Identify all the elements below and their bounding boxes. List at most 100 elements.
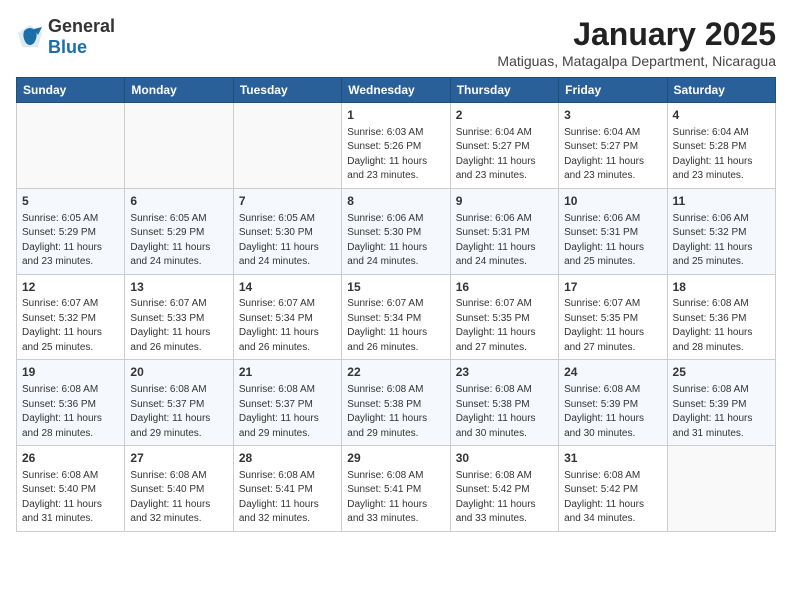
day-number: 19 bbox=[22, 364, 119, 381]
day-info: Sunrise: 6:07 AMSunset: 5:33 PMDaylight:… bbox=[130, 297, 227, 355]
empty-cell bbox=[233, 103, 341, 189]
day-cell-7: 7 Sunrise: 6:05 AMSunset: 5:30 PMDaylight… bbox=[233, 188, 341, 274]
day-number: 18 bbox=[673, 279, 770, 296]
day-info: Sunrise: 6:06 AMSunset: 5:30 PMDaylight:… bbox=[347, 212, 444, 270]
weekday-header-wednesday: Wednesday bbox=[342, 78, 450, 103]
day-cell-30: 30 Sunrise: 6:08 AMSunset: 5:42 PMDayligh… bbox=[450, 446, 558, 532]
day-number: 6 bbox=[130, 193, 227, 210]
weekday-header-thursday: Thursday bbox=[450, 78, 558, 103]
empty-cell bbox=[17, 103, 125, 189]
day-cell-13: 13Sunrise: 6:07 AMSunset: 5:33 PMDayligh… bbox=[125, 274, 233, 360]
day-info: Sunrise: 6:08 AMSunset: 5:38 PMDaylight:… bbox=[456, 383, 553, 441]
weekday-header-tuesday: Tuesday bbox=[233, 78, 341, 103]
logo-text: General Blue bbox=[48, 16, 115, 58]
month-title: January 2025 bbox=[497, 16, 776, 53]
day-number: 24 bbox=[564, 364, 661, 381]
title-block: January 2025 Matiguas, Matagalpa Departm… bbox=[497, 16, 776, 69]
logo: General Blue bbox=[16, 16, 115, 58]
day-number: 3 bbox=[564, 107, 661, 124]
day-number: 20 bbox=[130, 364, 227, 381]
day-cell-11: 11 Sunrise: 6:06 AMSunset: 5:32 PMDayligh… bbox=[667, 188, 775, 274]
weekday-header-friday: Friday bbox=[559, 78, 667, 103]
day-cell-2: 2 Sunrise: 6:04 AMSunset: 5:27 PMDaylight… bbox=[450, 103, 558, 189]
day-number: 23 bbox=[456, 364, 553, 381]
day-number: 29 bbox=[347, 450, 444, 467]
day-cell-24: 24 Sunrise: 6:08 AMSunset: 5:39 PMDayligh… bbox=[559, 360, 667, 446]
day-cell-5: 5Sunrise: 6:05 AMSunset: 5:29 PMDaylight… bbox=[17, 188, 125, 274]
day-number: 12 bbox=[22, 279, 119, 296]
day-info: Sunrise: 6:06 AMSunset: 5:32 PMDaylight:… bbox=[673, 212, 770, 270]
day-cell-6: 6 Sunrise: 6:05 AMSunset: 5:29 PMDaylight… bbox=[125, 188, 233, 274]
day-info: Sunrise: 6:08 AMSunset: 5:37 PMDaylight:… bbox=[130, 383, 227, 441]
day-info: Sunrise: 6:06 AMSunset: 5:31 PMDaylight:… bbox=[564, 212, 661, 270]
empty-cell bbox=[125, 103, 233, 189]
day-number: 7 bbox=[239, 193, 336, 210]
day-number: 9 bbox=[456, 193, 553, 210]
day-cell-1: 1 Sunrise: 6:03 AMSunset: 5:26 PMDaylight… bbox=[342, 103, 450, 189]
week-row-1: 1 Sunrise: 6:03 AMSunset: 5:26 PMDaylight… bbox=[17, 103, 776, 189]
day-info: Sunrise: 6:06 AMSunset: 5:31 PMDaylight:… bbox=[456, 212, 553, 270]
day-info: Sunrise: 6:04 AMSunset: 5:27 PMDaylight:… bbox=[564, 126, 661, 184]
day-cell-9: 9 Sunrise: 6:06 AMSunset: 5:31 PMDaylight… bbox=[450, 188, 558, 274]
day-number: 2 bbox=[456, 107, 553, 124]
day-number: 15 bbox=[347, 279, 444, 296]
day-number: 13 bbox=[130, 279, 227, 296]
weekday-header-saturday: Saturday bbox=[667, 78, 775, 103]
day-cell-21: 21 Sunrise: 6:08 AMSunset: 5:37 PMDayligh… bbox=[233, 360, 341, 446]
day-cell-19: 19Sunrise: 6:08 AMSunset: 5:36 PMDayligh… bbox=[17, 360, 125, 446]
logo-general: General bbox=[48, 16, 115, 36]
day-number: 22 bbox=[347, 364, 444, 381]
day-number: 4 bbox=[673, 107, 770, 124]
day-number: 16 bbox=[456, 279, 553, 296]
day-number: 11 bbox=[673, 193, 770, 210]
day-cell-27: 27Sunrise: 6:08 AMSunset: 5:40 PMDayligh… bbox=[125, 446, 233, 532]
day-number: 30 bbox=[456, 450, 553, 467]
day-info: Sunrise: 6:08 AMSunset: 5:42 PMDaylight:… bbox=[456, 469, 553, 527]
day-number: 26 bbox=[22, 450, 119, 467]
week-row-3: 12Sunrise: 6:07 AMSunset: 5:32 PMDayligh… bbox=[17, 274, 776, 360]
day-cell-29: 29 Sunrise: 6:08 AMSunset: 5:41 PMDayligh… bbox=[342, 446, 450, 532]
day-number: 14 bbox=[239, 279, 336, 296]
day-info: Sunrise: 6:04 AMSunset: 5:28 PMDaylight:… bbox=[673, 126, 770, 184]
weekday-header-monday: Monday bbox=[125, 78, 233, 103]
day-info: Sunrise: 6:04 AMSunset: 5:27 PMDaylight:… bbox=[456, 126, 553, 184]
day-number: 27 bbox=[130, 450, 227, 467]
day-info: Sunrise: 6:08 AMSunset: 5:40 PMDaylight:… bbox=[22, 469, 119, 527]
day-number: 10 bbox=[564, 193, 661, 210]
day-info: Sunrise: 6:05 AMSunset: 5:29 PMDaylight:… bbox=[130, 212, 227, 270]
day-info: Sunrise: 6:03 AMSunset: 5:26 PMDaylight:… bbox=[347, 126, 444, 184]
day-info: Sunrise: 6:05 AMSunset: 5:30 PMDaylight:… bbox=[239, 212, 336, 270]
calendar-table: SundayMondayTuesdayWednesdayThursdayFrid… bbox=[16, 77, 776, 532]
day-cell-28: 28Sunrise: 6:08 AMSunset: 5:41 PMDayligh… bbox=[233, 446, 341, 532]
day-cell-20: 20 Sunrise: 6:08 AMSunset: 5:37 PMDayligh… bbox=[125, 360, 233, 446]
day-number: 1 bbox=[347, 107, 444, 124]
day-info: Sunrise: 6:07 AMSunset: 5:35 PMDaylight:… bbox=[456, 297, 553, 355]
day-cell-12: 12Sunrise: 6:07 AMSunset: 5:32 PMDayligh… bbox=[17, 274, 125, 360]
day-cell-23: 23 Sunrise: 6:08 AMSunset: 5:38 PMDayligh… bbox=[450, 360, 558, 446]
day-info: Sunrise: 6:08 AMSunset: 5:42 PMDaylight:… bbox=[564, 469, 661, 527]
day-info: Sunrise: 6:08 AMSunset: 5:38 PMDaylight:… bbox=[347, 383, 444, 441]
day-info: Sunrise: 6:08 AMSunset: 5:39 PMDaylight:… bbox=[564, 383, 661, 441]
day-number: 17 bbox=[564, 279, 661, 296]
day-number: 21 bbox=[239, 364, 336, 381]
page-header: General Blue January 2025 Matiguas, Mata… bbox=[16, 16, 776, 69]
day-cell-3: 3 Sunrise: 6:04 AMSunset: 5:27 PMDaylight… bbox=[559, 103, 667, 189]
day-info: Sunrise: 6:08 AMSunset: 5:36 PMDaylight:… bbox=[673, 297, 770, 355]
day-cell-16: 16Sunrise: 6:07 AMSunset: 5:35 PMDayligh… bbox=[450, 274, 558, 360]
day-info: Sunrise: 6:07 AMSunset: 5:34 PMDaylight:… bbox=[239, 297, 336, 355]
day-cell-26: 26 Sunrise: 6:08 AMSunset: 5:40 PMDayligh… bbox=[17, 446, 125, 532]
week-row-4: 19Sunrise: 6:08 AMSunset: 5:36 PMDayligh… bbox=[17, 360, 776, 446]
day-cell-18: 18Sunrise: 6:08 AMSunset: 5:36 PMDayligh… bbox=[667, 274, 775, 360]
weekday-header-sunday: Sunday bbox=[17, 78, 125, 103]
day-info: Sunrise: 6:08 AMSunset: 5:41 PMDaylight:… bbox=[347, 469, 444, 527]
day-cell-22: 22 Sunrise: 6:08 AMSunset: 5:38 PMDayligh… bbox=[342, 360, 450, 446]
day-info: Sunrise: 6:08 AMSunset: 5:37 PMDaylight:… bbox=[239, 383, 336, 441]
day-number: 31 bbox=[564, 450, 661, 467]
day-number: 28 bbox=[239, 450, 336, 467]
day-info: Sunrise: 6:08 AMSunset: 5:39 PMDaylight:… bbox=[673, 383, 770, 441]
day-cell-17: 17Sunrise: 6:07 AMSunset: 5:35 PMDayligh… bbox=[559, 274, 667, 360]
day-number: 5 bbox=[22, 193, 119, 210]
logo-blue: Blue bbox=[48, 37, 87, 57]
day-cell-10: 10 Sunrise: 6:06 AMSunset: 5:31 PMDayligh… bbox=[559, 188, 667, 274]
logo-icon bbox=[16, 23, 44, 51]
